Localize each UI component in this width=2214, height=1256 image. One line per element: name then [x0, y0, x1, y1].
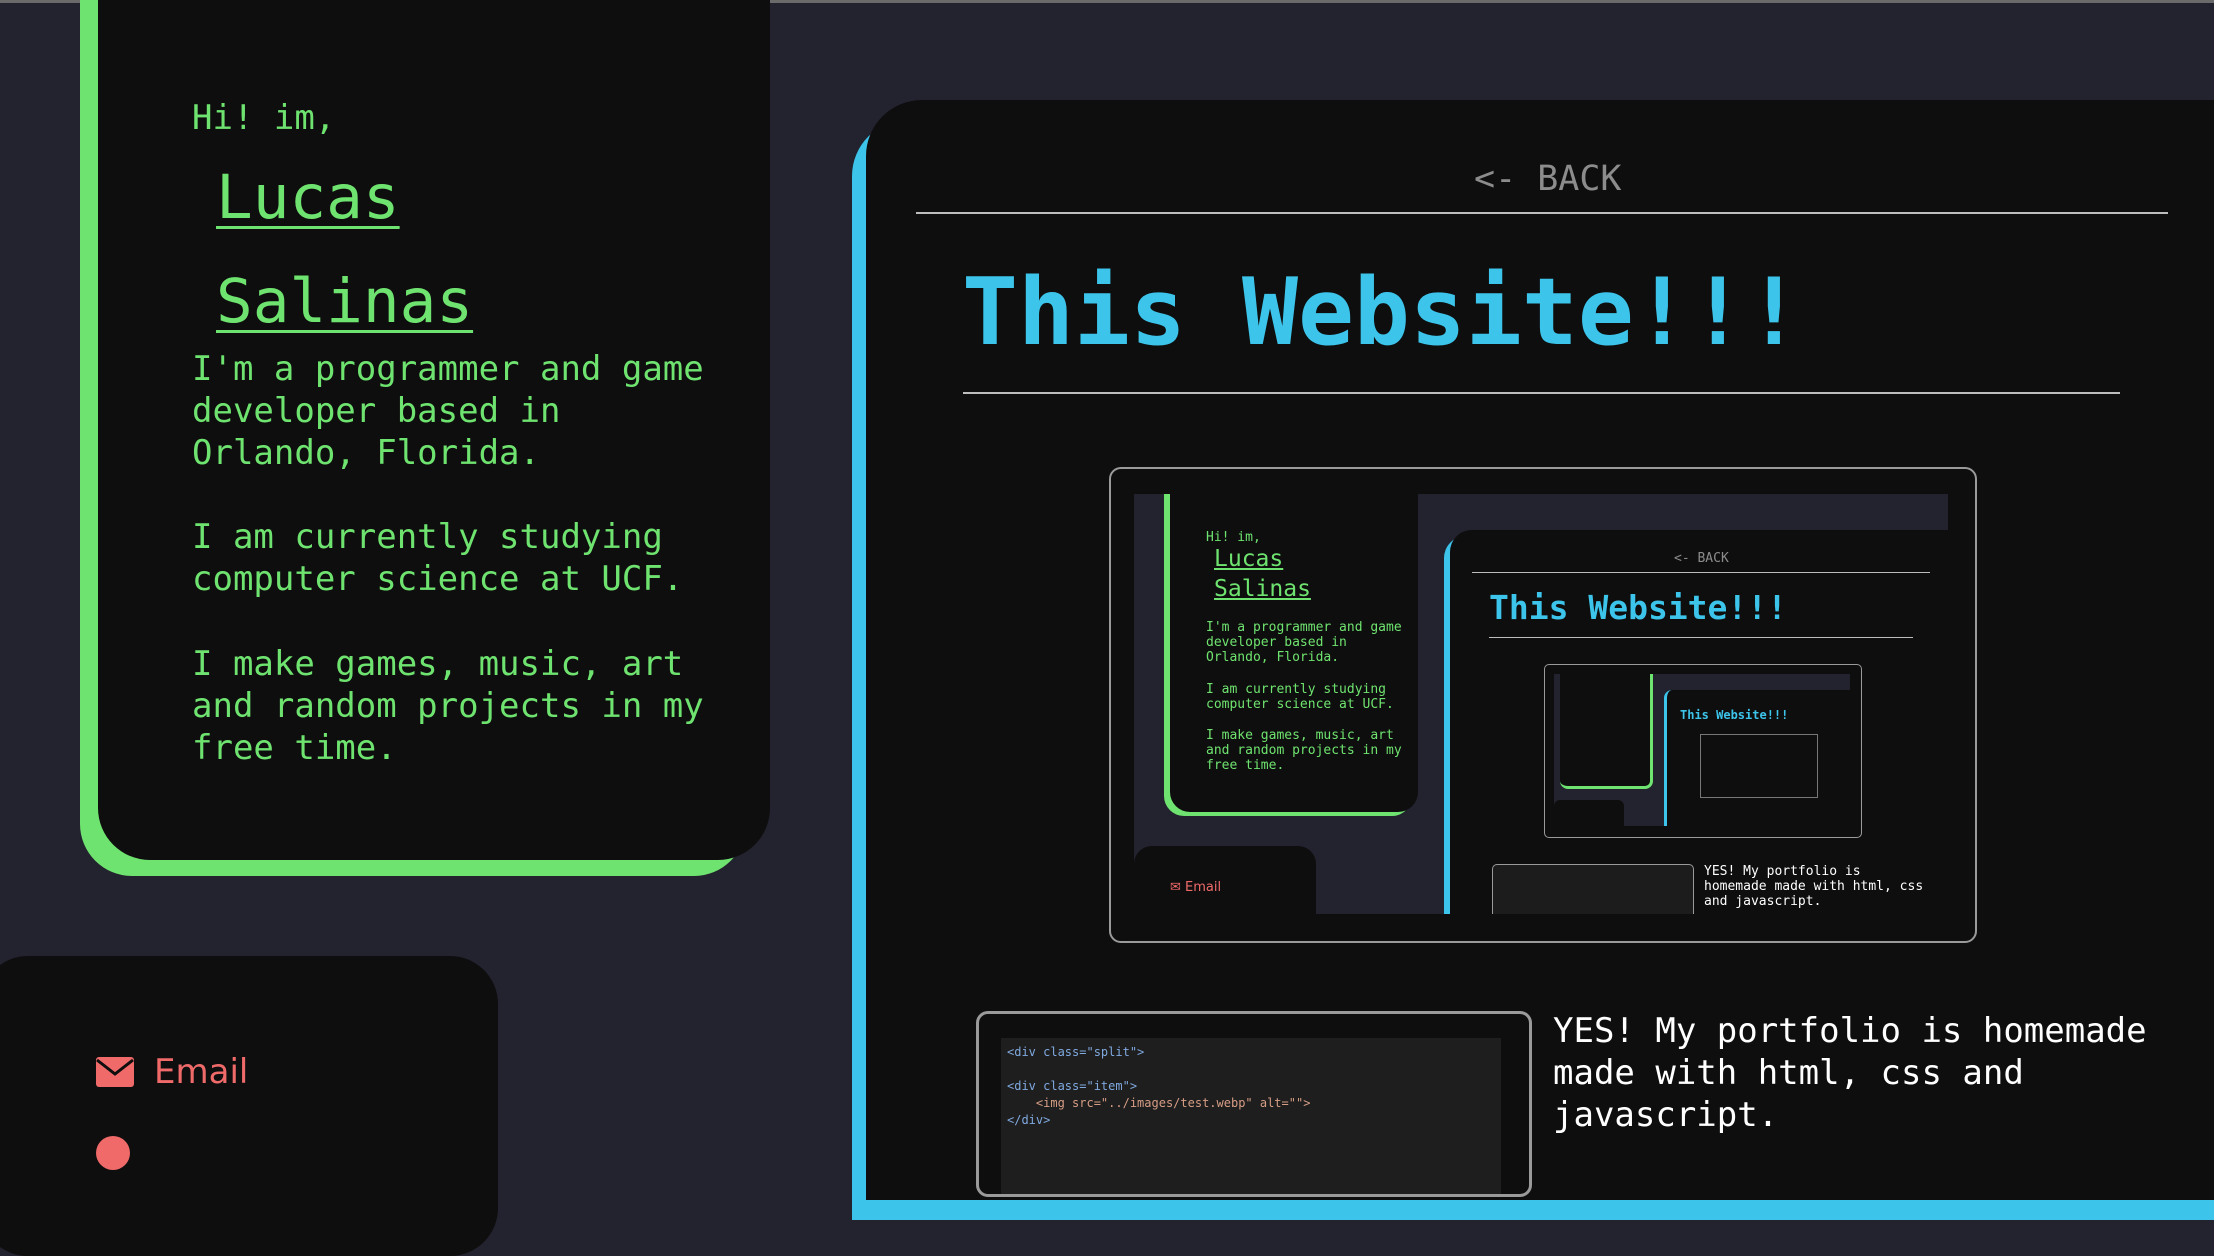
email-link[interactable]: Email	[96, 1052, 248, 1092]
mini-nested-frame-border	[1544, 664, 1862, 838]
divider	[916, 212, 2168, 214]
code-line: </div>	[1007, 1113, 1051, 1127]
mini-title: This Website!!!	[1489, 588, 1788, 627]
mini-contact-card	[1134, 846, 1316, 914]
code-line: <img src="../images/test.webp" alt="">	[1007, 1096, 1311, 1110]
bio-paragraph-2: I am currently studying computer science…	[192, 517, 684, 599]
project-title: This Website!!!	[962, 258, 1802, 366]
mini-divider	[1472, 572, 1930, 573]
back-button[interactable]: <- BACK	[1474, 159, 1622, 199]
bio-paragraph-1: I'm a programmer and game developer base…	[192, 349, 704, 473]
code-screenshot-frame: <div class="split"> <div class="item"> <…	[976, 1011, 1532, 1197]
contact-card	[0, 956, 498, 1256]
mini-description: YES! My portfolio is homemade made with …	[1704, 864, 1924, 909]
divider	[963, 392, 2120, 394]
name-last: Salinas	[216, 266, 474, 337]
greeting-text: Hi! im,	[192, 98, 336, 138]
website-screenshot: Hi! im, Lucas Salinas I'm a programmer an…	[1134, 494, 1948, 914]
mini-email: ✉ Email	[1170, 880, 1222, 895]
email-label: Email	[154, 1052, 249, 1092]
project-description: YES! My portfolio is homemade made with …	[1553, 1011, 2147, 1135]
bio-paragraph-3: I make games, music, art and random proj…	[192, 644, 704, 768]
code-snippet: <div class="split"> <div class="item"> <…	[1001, 1038, 1501, 1194]
mini-bio-3: I make games, music, art and random proj…	[1206, 728, 1402, 773]
mini-back: <- BACK	[1674, 551, 1729, 566]
code-line: <div class="split">	[1007, 1045, 1145, 1059]
mini-code-snippet	[1492, 864, 1694, 914]
code-line: <div class="item">	[1007, 1079, 1138, 1093]
mini-greeting: Hi! im,	[1206, 530, 1261, 545]
name-first: Lucas	[216, 162, 400, 233]
github-icon[interactable]	[96, 1136, 130, 1170]
envelope-icon	[96, 1057, 134, 1087]
mini-bio-2: I am currently studying computer science…	[1206, 682, 1394, 712]
mini-name: Lucas Salinas	[1214, 546, 1311, 602]
mini-divider	[1489, 637, 1913, 638]
mini-bio-1: I'm a programmer and game developer base…	[1206, 620, 1402, 665]
name-link[interactable]: Lucas Salinas	[216, 146, 473, 354]
